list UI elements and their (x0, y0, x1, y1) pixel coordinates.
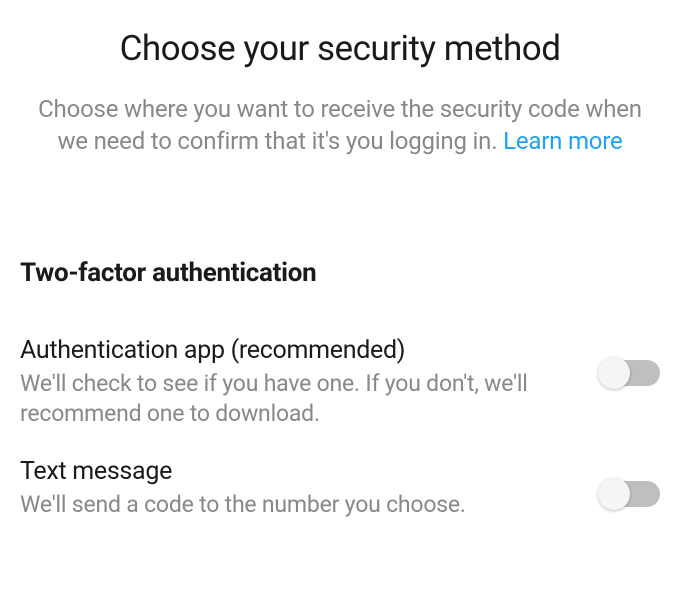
option-text: Authentication app (recommended) We'll c… (20, 336, 600, 429)
auth-app-option: Authentication app (recommended) We'll c… (20, 336, 660, 429)
text-message-title: Text message (20, 457, 580, 486)
toggle-knob (598, 478, 630, 510)
learn-more-link[interactable]: Learn more (503, 125, 622, 157)
header: Choose your security method Choose where… (0, 0, 680, 158)
text-message-toggle[interactable] (600, 481, 660, 507)
text-message-option: Text message We'll send a code to the nu… (20, 457, 660, 520)
section-title: Two-factor authentication (20, 258, 660, 288)
page-title: Choose your security method (28, 28, 652, 69)
two-factor-section: Two-factor authentication Authentication… (0, 258, 680, 520)
toggle-knob (598, 357, 630, 389)
security-settings-screen: Choose your security method Choose where… (0, 0, 680, 519)
auth-app-title: Authentication app (recommended) (20, 336, 580, 365)
auth-app-toggle[interactable] (600, 360, 660, 386)
text-message-desc: We'll send a code to the number you choo… (20, 490, 580, 520)
page-subtitle: Choose where you want to receive the sec… (28, 93, 652, 158)
auth-app-desc: We'll check to see if you have one. If y… (20, 369, 580, 429)
option-text: Text message We'll send a code to the nu… (20, 457, 600, 520)
